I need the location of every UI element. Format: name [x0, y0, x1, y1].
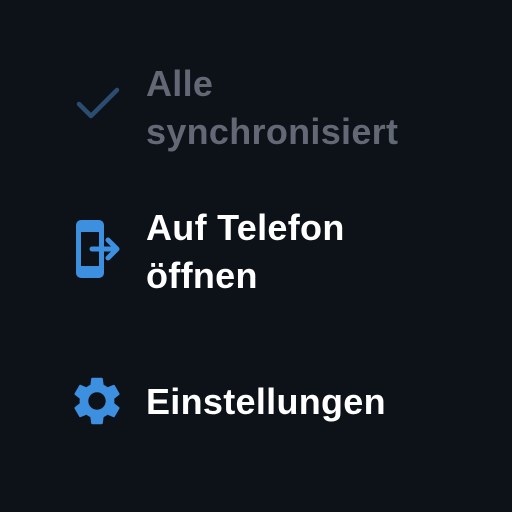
gear-icon	[68, 372, 126, 430]
scroll-indicator	[226, 0, 286, 4]
menu-item-settings[interactable]: Einstellungen	[0, 370, 512, 430]
open-on-phone-icon	[72, 216, 124, 282]
watch-screen: Alle synchronisiert Auf Telefon öffnen E…	[0, 0, 512, 512]
checkmark-icon	[74, 84, 122, 124]
menu-item-label: Einstellungen	[146, 381, 386, 422]
menu-item-sync-status: Alle synchronisiert	[0, 56, 512, 156]
menu-item-open-on-phone[interactable]: Auf Telefon öffnen	[0, 202, 512, 302]
menu-item-label: Alle synchronisiert	[146, 63, 399, 152]
menu-item-label: Auf Telefon öffnen	[146, 207, 345, 296]
